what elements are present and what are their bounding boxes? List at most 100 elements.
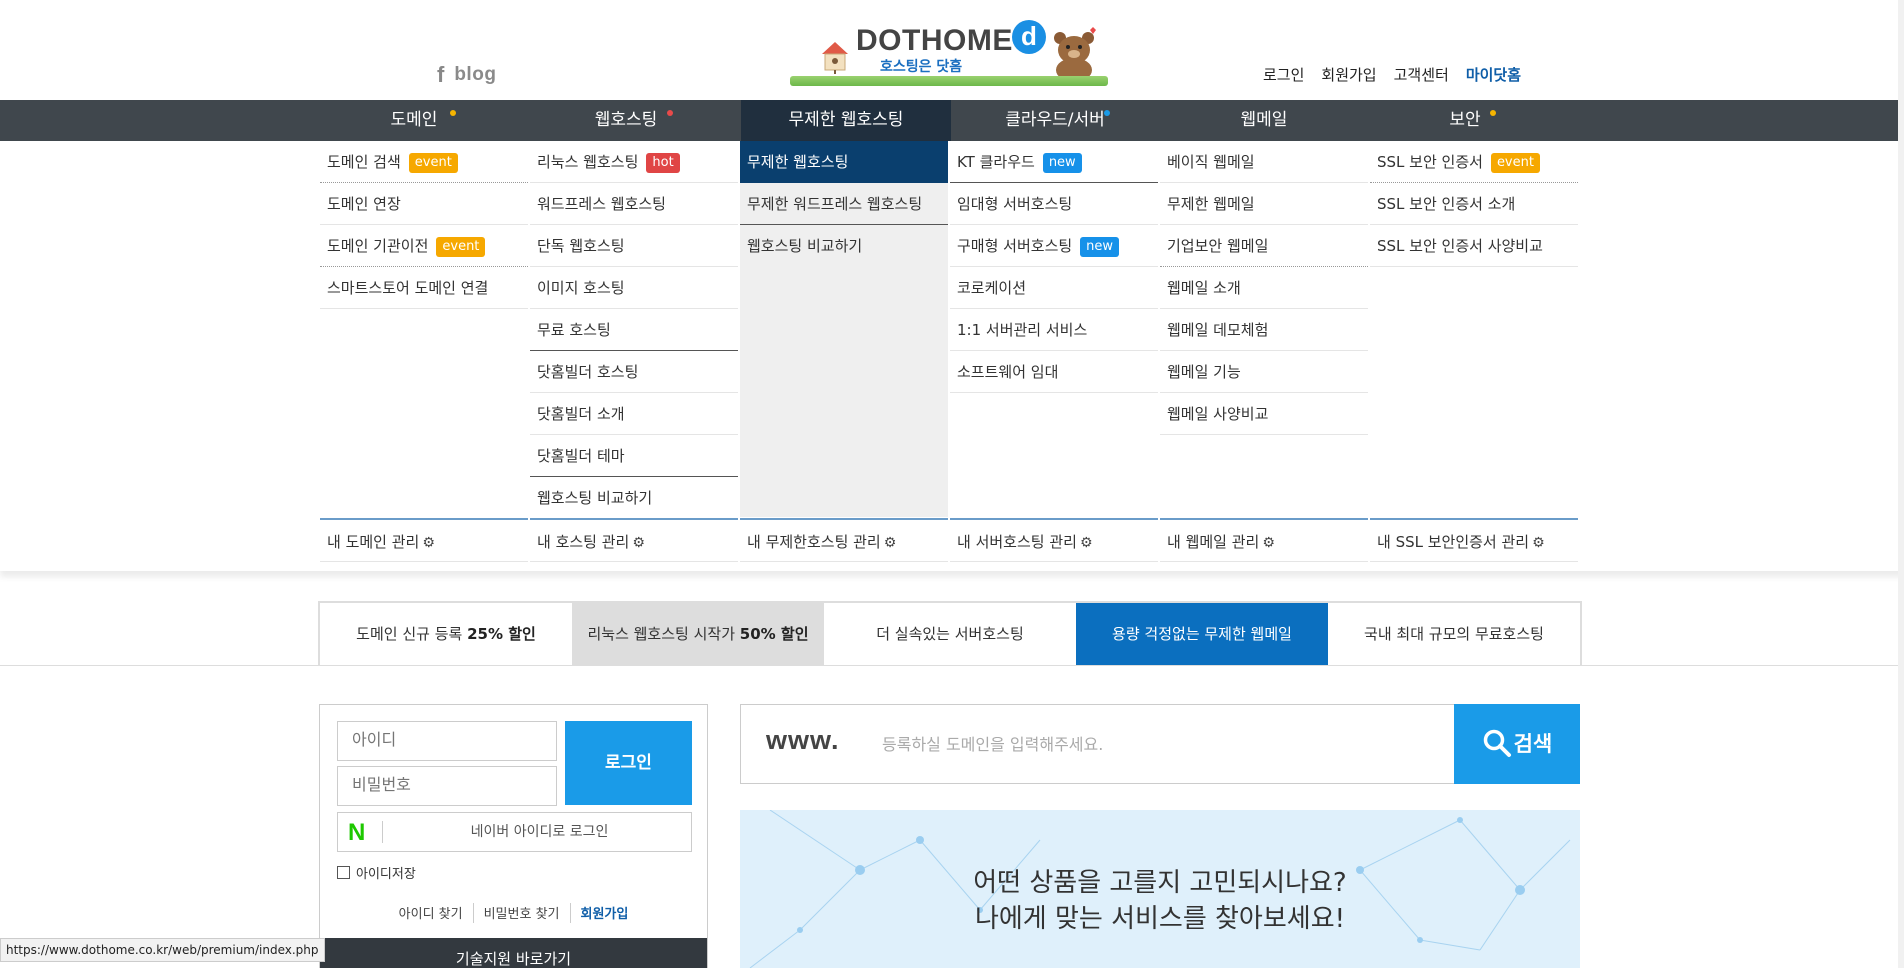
menu-label: 1:1 서버관리 서비스 <box>957 321 1088 339</box>
nav-cloud-server[interactable]: 클라우드/서버 <box>951 100 1159 141</box>
promo-tab-linux-hosting[interactable]: 리눅스 웹호스팅 시작가 50% 할인 <box>572 603 824 665</box>
menu-unlimited-hosting[interactable]: 무제한 웹호스팅 <box>740 141 948 183</box>
nav-webmail[interactable]: 웹메일 <box>1160 100 1368 141</box>
menu-ssl-intro[interactable]: SSL 보안 인증서 소개 <box>1370 183 1578 225</box>
menu-domain-renew[interactable]: 도메인 연장 <box>320 183 528 225</box>
menu-domain-transfer[interactable]: 도메인 기관이전 event <box>320 225 528 267</box>
nav-webhosting[interactable]: 웹호스팅 <box>530 100 722 141</box>
promo-highlight: 25% 할인 <box>467 625 536 643</box>
promo-tab-domain[interactable]: 도메인 신규 등록 25% 할인 <box>320 603 572 665</box>
menu-webmail-intro[interactable]: 웹메일 소개 <box>1160 267 1368 309</box>
menu-builder-theme[interactable]: 닷홈빌더 테마 <box>530 435 738 477</box>
menu-ssl-cert[interactable]: SSL 보안 인증서 event <box>1370 141 1578 183</box>
dothome-logo[interactable]: DOTHOME d 호스팅은 닷홈 <box>790 16 1108 86</box>
menu-unlimited-compare[interactable]: 웹호스팅 비교하기 <box>740 225 948 267</box>
hot-badge: hot <box>646 153 680 173</box>
menu-image-hosting[interactable]: 이미지 호스팅 <box>530 267 738 309</box>
menu-webmail-specs[interactable]: 웹메일 사양비교 <box>1160 393 1368 435</box>
menu-ssl-compare[interactable]: SSL 보안 인증서 사양비교 <box>1370 225 1578 267</box>
gear-icon: ⚙ <box>632 535 645 551</box>
save-id-label: 아이디저장 <box>356 867 416 882</box>
logo-d-badge: d <box>1012 20 1046 54</box>
menu-free-hosting[interactable]: 무료 호스팅 <box>530 309 738 351</box>
menu-webmail-features[interactable]: 웹메일 기능 <box>1160 351 1368 393</box>
menu-linux-hosting[interactable]: 리눅스 웹호스팅 hot <box>530 141 738 183</box>
menu-label: 닷홈빌더 테마 <box>537 447 625 465</box>
tech-support-banner[interactable]: 기술지원 바로가기 <box>320 938 707 968</box>
search-button-label: 검색 <box>1513 732 1553 756</box>
menu-label: 무제한 워드프레스 웹호스팅 <box>747 195 923 213</box>
menu-server-management[interactable]: 1:1 서버관리 서비스 <box>950 309 1158 351</box>
menu-hosting-compare[interactable]: 웹호스팅 비교하기 <box>530 477 738 519</box>
promo-tab-free-hosting[interactable]: 국내 최대 규모의 무료호스팅 <box>1328 603 1580 665</box>
menu-wordpress-hosting[interactable]: 워드프레스 웹호스팅 <box>530 183 738 225</box>
service-finder-banner[interactable]: 어떤 상품을 고를지 고민되시나요? 나에게 맞는 서비스를 찾아보세요! <box>740 810 1580 968</box>
menu-label: SSL 보안 인증서 소개 <box>1377 195 1516 213</box>
menu-enterprise-webmail[interactable]: 기업보안 웹메일 <box>1160 225 1368 267</box>
nav-unlimited-hosting[interactable]: 무제한 웹호스팅 <box>741 100 951 141</box>
menu-builder-hosting[interactable]: 닷홈빌더 호스팅 <box>530 351 738 393</box>
promo-tab-webmail[interactable]: 용량 걱정없는 무제한 웹메일 <box>1076 603 1328 665</box>
menu-unlimited-webmail[interactable]: 무제한 웹메일 <box>1160 183 1368 225</box>
logo-grass <box>790 76 1108 86</box>
birdhouse-icon <box>822 42 848 74</box>
domain-search-button[interactable]: 검색 <box>1454 704 1580 784</box>
nav-security-label: 보안 <box>1449 110 1481 130</box>
save-id-checkbox[interactable]: 아이디저장 <box>337 863 416 882</box>
section-divider <box>0 665 1904 666</box>
login-links: 아이디 찾기 비밀번호 찾기 회원가입 <box>320 903 707 923</box>
util-login-link[interactable]: 로그인 <box>1263 64 1304 85</box>
manage-unlimited-link[interactable]: 내 무제한호스팅 관리 ⚙ <box>740 518 948 562</box>
manage-domain-link[interactable]: 내 도메인 관리 ⚙ <box>320 518 528 562</box>
menu-software-rental[interactable]: 소프트웨어 임대 <box>950 351 1158 393</box>
login-button[interactable]: 로그인 <box>565 721 692 805</box>
menu-rental-server[interactable]: 임대형 서버호스팅 <box>950 183 1158 225</box>
menu-basic-webmail[interactable]: 베이직 웹메일 <box>1160 141 1368 183</box>
nav-webhosting-label: 웹호스팅 <box>594 110 658 130</box>
menu-col-cloud: KT 클라우드 new 임대형 서버호스팅 구매형 서버호스팅 new 코로케이션 … <box>950 141 1158 393</box>
menu-domain-search[interactable]: 도메인 검색 event <box>320 141 528 183</box>
new-dot-icon <box>1490 110 1496 116</box>
facebook-icon[interactable]: f <box>437 62 444 88</box>
manage-server-link[interactable]: 내 서버호스팅 관리 ⚙ <box>950 518 1158 562</box>
menu-builder-intro[interactable]: 닷홈빌더 소개 <box>530 393 738 435</box>
util-mydothome-link[interactable]: 마이닷홈 <box>1466 64 1521 85</box>
blog-link[interactable]: blog <box>454 64 496 86</box>
scrollbar[interactable] <box>1898 0 1904 968</box>
domain-input[interactable]: 등록하실 도메인을 입력해주세요. <box>882 731 1103 755</box>
menu-webmail-demo[interactable]: 웹메일 데모체험 <box>1160 309 1368 351</box>
manage-ssl-link[interactable]: 내 SSL 보안인증서 관리 ⚙ <box>1370 518 1578 562</box>
menu-colocation[interactable]: 코로케이션 <box>950 267 1158 309</box>
password-input[interactable] <box>337 766 557 806</box>
util-support-link[interactable]: 고객센터 <box>1394 64 1449 85</box>
menu-label: 구매형 서버호스팅 <box>957 237 1073 255</box>
menu-purchase-server[interactable]: 구매형 서버호스팅 new <box>950 225 1158 267</box>
logo-brand: DOTHOME <box>856 24 1013 57</box>
menu-kt-cloud[interactable]: KT 클라우드 new <box>950 141 1158 183</box>
event-badge: event <box>408 153 458 173</box>
nav-security[interactable]: 보안 <box>1369 100 1561 141</box>
manage-hosting-link[interactable]: 내 호스팅 관리 ⚙ <box>530 518 738 562</box>
util-join-link[interactable]: 회원가입 <box>1321 64 1376 85</box>
promo-tab-server-hosting[interactable]: 더 실속있는 서버호스팅 <box>824 603 1076 665</box>
menu-label: 도메인 연장 <box>327 195 401 213</box>
main-nav: 도메인 웹호스팅 무제한 웹호스팅 클라우드/서버 웹메일 보안 <box>0 100 1904 141</box>
menu-domain-smartstore[interactable]: 스마트스토어 도메인 연결 <box>320 267 528 309</box>
banner-line1: 어떤 상품을 고를지 고민되시나요? <box>973 868 1347 898</box>
menu-label: KT 클라우드 <box>957 153 1035 171</box>
menu-dedicated-hosting[interactable]: 단독 웹호스팅 <box>530 225 738 267</box>
naver-login-button[interactable]: N 네이버 아이디로 로그인 <box>337 812 692 852</box>
menu-label: 웹메일 기능 <box>1167 363 1241 381</box>
menu-unlimited-wordpress[interactable]: 무제한 워드프레스 웹호스팅 <box>740 183 948 225</box>
menu-label: 이미지 호스팅 <box>537 279 625 297</box>
nav-webmail-label: 웹메일 <box>1240 110 1288 130</box>
checkbox-icon[interactable] <box>337 866 350 879</box>
find-password-link[interactable]: 비밀번호 찾기 <box>472 903 570 923</box>
status-url-bar: https://www.dothome.co.kr/web/premium/in… <box>0 938 325 962</box>
id-input[interactable] <box>337 721 557 761</box>
join-link[interactable]: 회원가입 <box>569 903 639 923</box>
nav-domain[interactable]: 도메인 <box>318 100 510 141</box>
manage-webmail-link[interactable]: 내 웹메일 관리 ⚙ <box>1160 518 1368 562</box>
divider <box>382 821 383 843</box>
find-id-link[interactable]: 아이디 찾기 <box>389 903 473 923</box>
